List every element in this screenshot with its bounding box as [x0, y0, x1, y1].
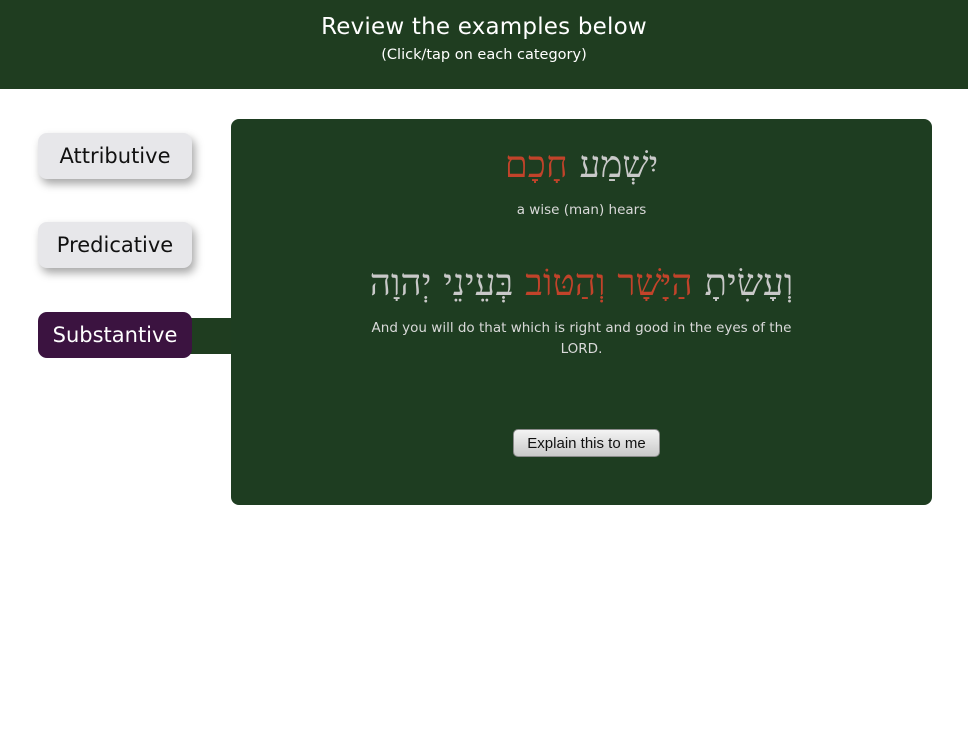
hebrew-example-1: יִשְׁמַע חָכָם: [231, 143, 932, 187]
hebrew-text: יִשְׁמַע: [579, 143, 659, 186]
hebrew-highlight: הַיָּשָׁר וְהַטּוֹב: [525, 261, 693, 304]
translation-2: And you will do that which is right and …: [371, 320, 792, 357]
explain-button[interactable]: Explain this to me: [513, 429, 660, 457]
translation-1: a wise (man) hears: [516, 202, 647, 218]
hebrew-text: בְּעֵינֵי יְהוָה: [369, 261, 514, 304]
hebrew-highlight: חָכָם: [504, 143, 568, 186]
tab-predicative[interactable]: Predicative: [38, 222, 192, 268]
header-banner: Review the examples below (Click/tap on …: [0, 0, 968, 89]
hebrew-text: וְעָשִׂיתָ: [704, 261, 794, 304]
tab-attributive[interactable]: Attributive: [38, 133, 192, 179]
example-panel: יִשְׁמַע חָכָם a wise (man) hears וְעָשִ…: [231, 119, 932, 505]
page-subtitle: (Click/tap on each category): [381, 47, 587, 63]
tab-substantive[interactable]: Substantive: [38, 312, 192, 358]
hebrew-example-2: וְעָשִׂיתָ הַיָּשָׁר וְהַטּוֹב בְּעֵינֵי…: [231, 261, 932, 305]
active-tab-connector: [185, 318, 237, 354]
page-title: Review the examples below: [321, 14, 647, 40]
